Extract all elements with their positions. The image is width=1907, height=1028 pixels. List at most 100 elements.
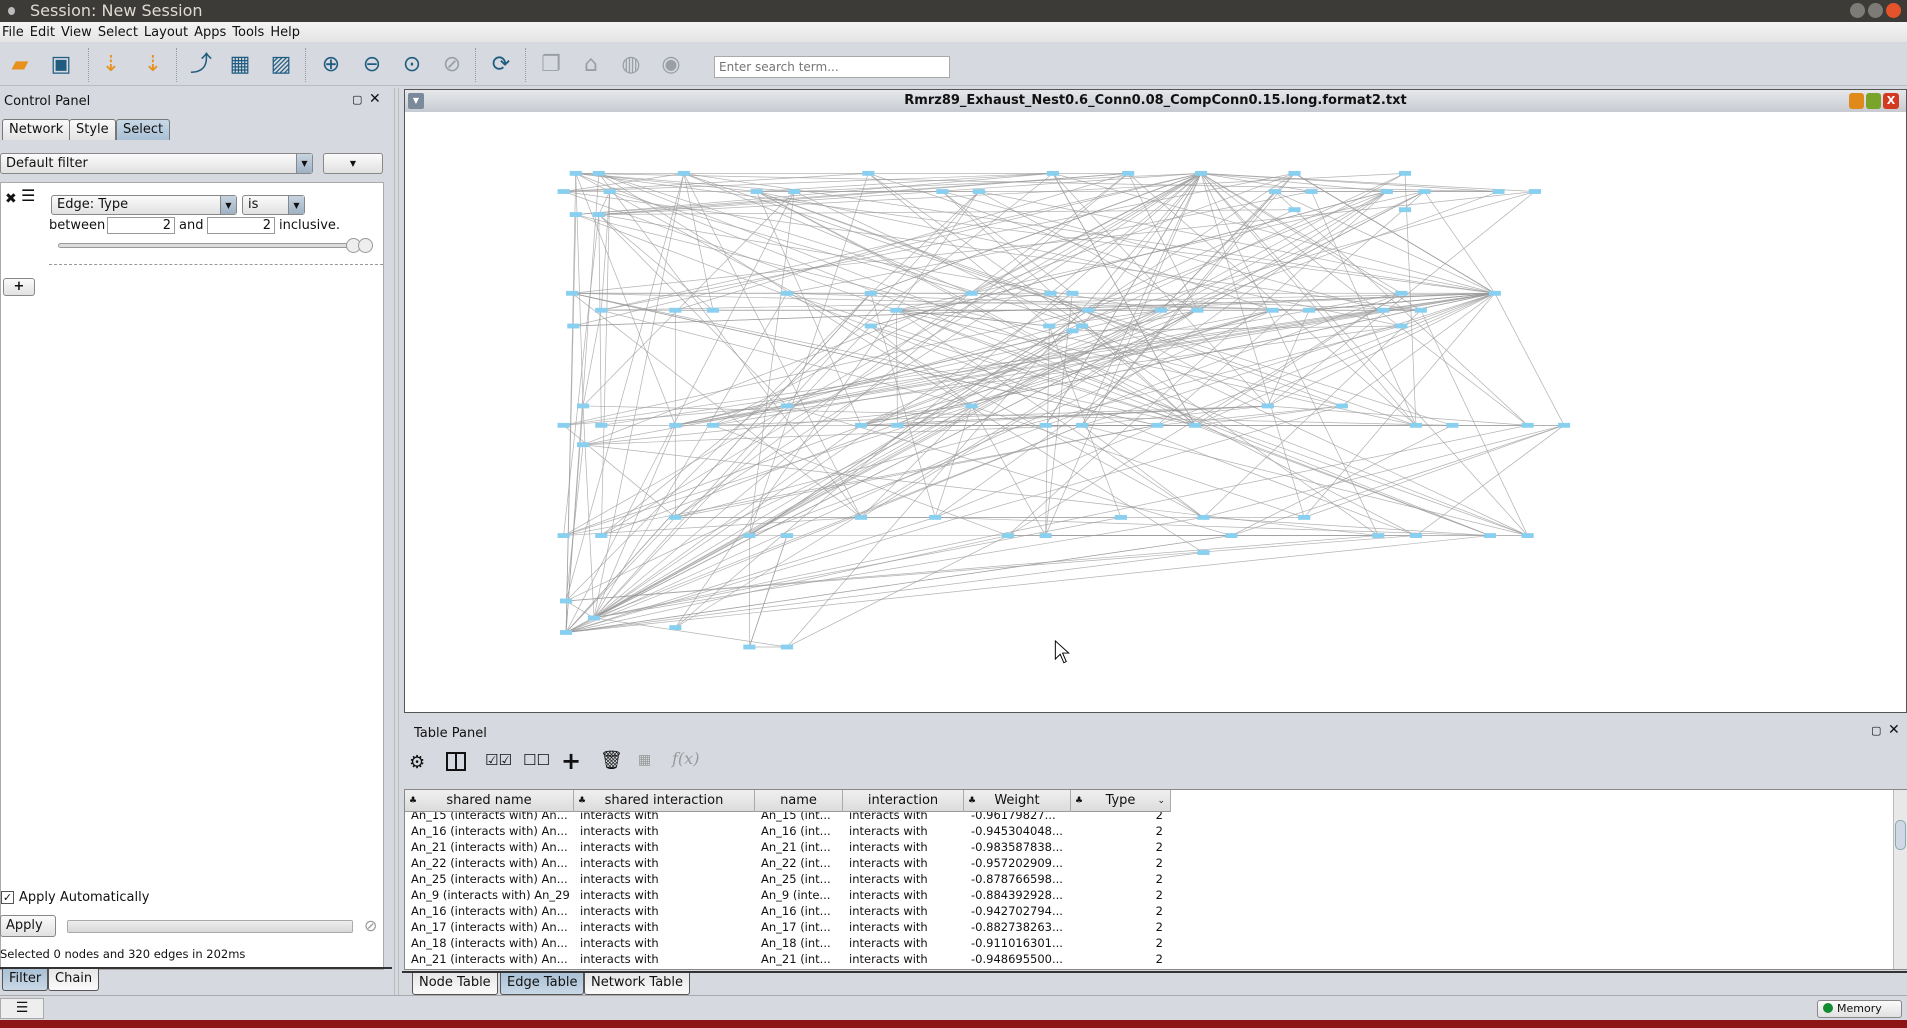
network-node[interactable] [706,307,720,313]
network-node[interactable] [1082,307,1095,313]
menu-tools[interactable]: Tools [232,25,264,40]
import-network-icon[interactable]: ⇣ [96,50,126,80]
network-node[interactable] [576,403,590,409]
column-header-name[interactable]: name [755,790,843,812]
network-node[interactable] [1483,533,1497,538]
network-node[interactable] [1418,189,1431,194]
network-edge[interactable] [1424,191,1496,294]
maximize-network-button[interactable] [1866,93,1881,109]
panel-splitter[interactable] [394,88,399,995]
network-edge[interactable] [601,309,972,407]
new-network-from-selection-icon[interactable]: ❐ [536,50,566,80]
network-edge[interactable] [565,535,1232,633]
network-node[interactable] [1395,323,1408,329]
close-panel-icon[interactable]: ✕ [369,91,381,107]
network-node[interactable] [706,422,720,428]
column-header-weight[interactable]: ♣ Weight [964,790,1071,812]
zoom-out-icon[interactable]: ⊖ [357,50,387,80]
network-edge[interactable] [565,405,1342,633]
network-node[interactable] [855,422,868,428]
network-edge[interactable] [593,517,1121,619]
network-node[interactable] [1398,170,1412,176]
network-node[interactable] [1044,290,1057,296]
minimize-button[interactable] [1850,3,1865,18]
network-node[interactable] [1557,422,1571,428]
network-node[interactable] [1001,533,1015,538]
apply-automatically-checkbox[interactable]: ✓ [1,891,14,904]
network-edge[interactable] [565,424,1083,633]
min-value-field[interactable]: 2 [107,217,175,234]
network-node[interactable] [1075,422,1089,428]
network-node[interactable] [1114,514,1127,520]
network-edge[interactable] [583,424,1083,446]
network-node[interactable] [557,422,570,428]
column-select[interactable]: Edge: Type ▼ [51,195,237,215]
network-edge[interactable] [566,552,1204,633]
network-edge[interactable] [675,292,1495,426]
network-node[interactable] [864,323,877,329]
network-node[interactable] [567,323,580,329]
network-edge[interactable] [1200,173,1528,536]
cancel-icon[interactable]: ⊘ [364,916,377,935]
network-node[interactable] [592,170,605,176]
add-column-icon[interactable]: + [561,747,581,775]
remove-filter-icon[interactable]: ✖ [5,191,17,207]
operator-select[interactable]: is ▼ [242,195,305,215]
network-edge[interactable] [1203,309,1422,518]
network-edge[interactable] [582,191,795,407]
network-node[interactable] [1414,307,1427,313]
export-table-icon[interactable]: ▦ [225,50,255,80]
network-edge[interactable] [1081,292,1495,426]
network-edge[interactable] [861,405,1268,426]
network-node[interactable] [1298,514,1311,520]
float-panel-icon[interactable]: ▢ [1871,724,1881,737]
zoom-in-icon[interactable]: ⊕ [316,50,346,80]
close-button[interactable] [1886,3,1901,18]
zoom-selected-icon[interactable]: ⊘ [437,50,467,80]
network-edge[interactable] [563,173,1202,536]
network-canvas[interactable] [407,114,1904,710]
zoom-fit-icon[interactable]: ⊙ [397,50,427,80]
network-edge[interactable] [895,310,898,426]
tab-style[interactable]: Style [69,119,116,140]
tab-network[interactable]: Network [2,119,71,140]
tab-node-table[interactable]: Node Table [412,973,498,995]
network-edge[interactable] [870,191,980,294]
network-node[interactable] [1269,189,1282,194]
network-node[interactable] [677,170,690,176]
network-node[interactable] [1288,170,1301,176]
network-edge[interactable] [566,535,1379,602]
network-node[interactable] [972,189,985,194]
apply-button[interactable]: Apply [0,915,56,937]
maximize-button[interactable] [1868,3,1883,18]
network-menu-icon[interactable]: ▼ [408,93,424,109]
table-row[interactable]: An_18 (interacts with) An... interacts wi… [405,935,1171,951]
network-node[interactable] [603,189,616,194]
network-node[interactable] [929,514,942,520]
slider-high-handle[interactable] [358,238,373,253]
network-node[interactable] [1039,533,1052,538]
network-node[interactable] [788,189,801,194]
network-edge[interactable] [675,309,1198,426]
network-node[interactable] [1043,323,1056,329]
network-node[interactable] [1303,307,1316,313]
tab-network-table[interactable]: Network Table [584,973,691,995]
network-node[interactable] [862,170,875,176]
network-node[interactable] [1225,533,1238,538]
network-node[interactable] [1409,533,1422,538]
table-row[interactable]: An_9 (interacts with) An_29 interacts wit… [405,887,1171,903]
network-node[interactable] [1521,422,1534,428]
network-edge[interactable] [749,191,795,536]
network-node[interactable] [891,422,904,428]
network-edge[interactable] [566,535,1491,633]
export-network-icon[interactable]: ⤴ [186,50,216,80]
tab-filter[interactable]: Filter [2,969,49,991]
select-all-icon[interactable]: ☑☑ [485,751,512,769]
network-edge[interactable] [598,172,1406,215]
network-edge[interactable] [756,191,1342,407]
trash-icon[interactable]: 🗑 [600,750,623,771]
network-node[interactable] [595,422,608,428]
network-node[interactable] [743,644,756,650]
show-columns-icon[interactable] [446,752,466,771]
network-node[interactable] [1194,170,1208,176]
